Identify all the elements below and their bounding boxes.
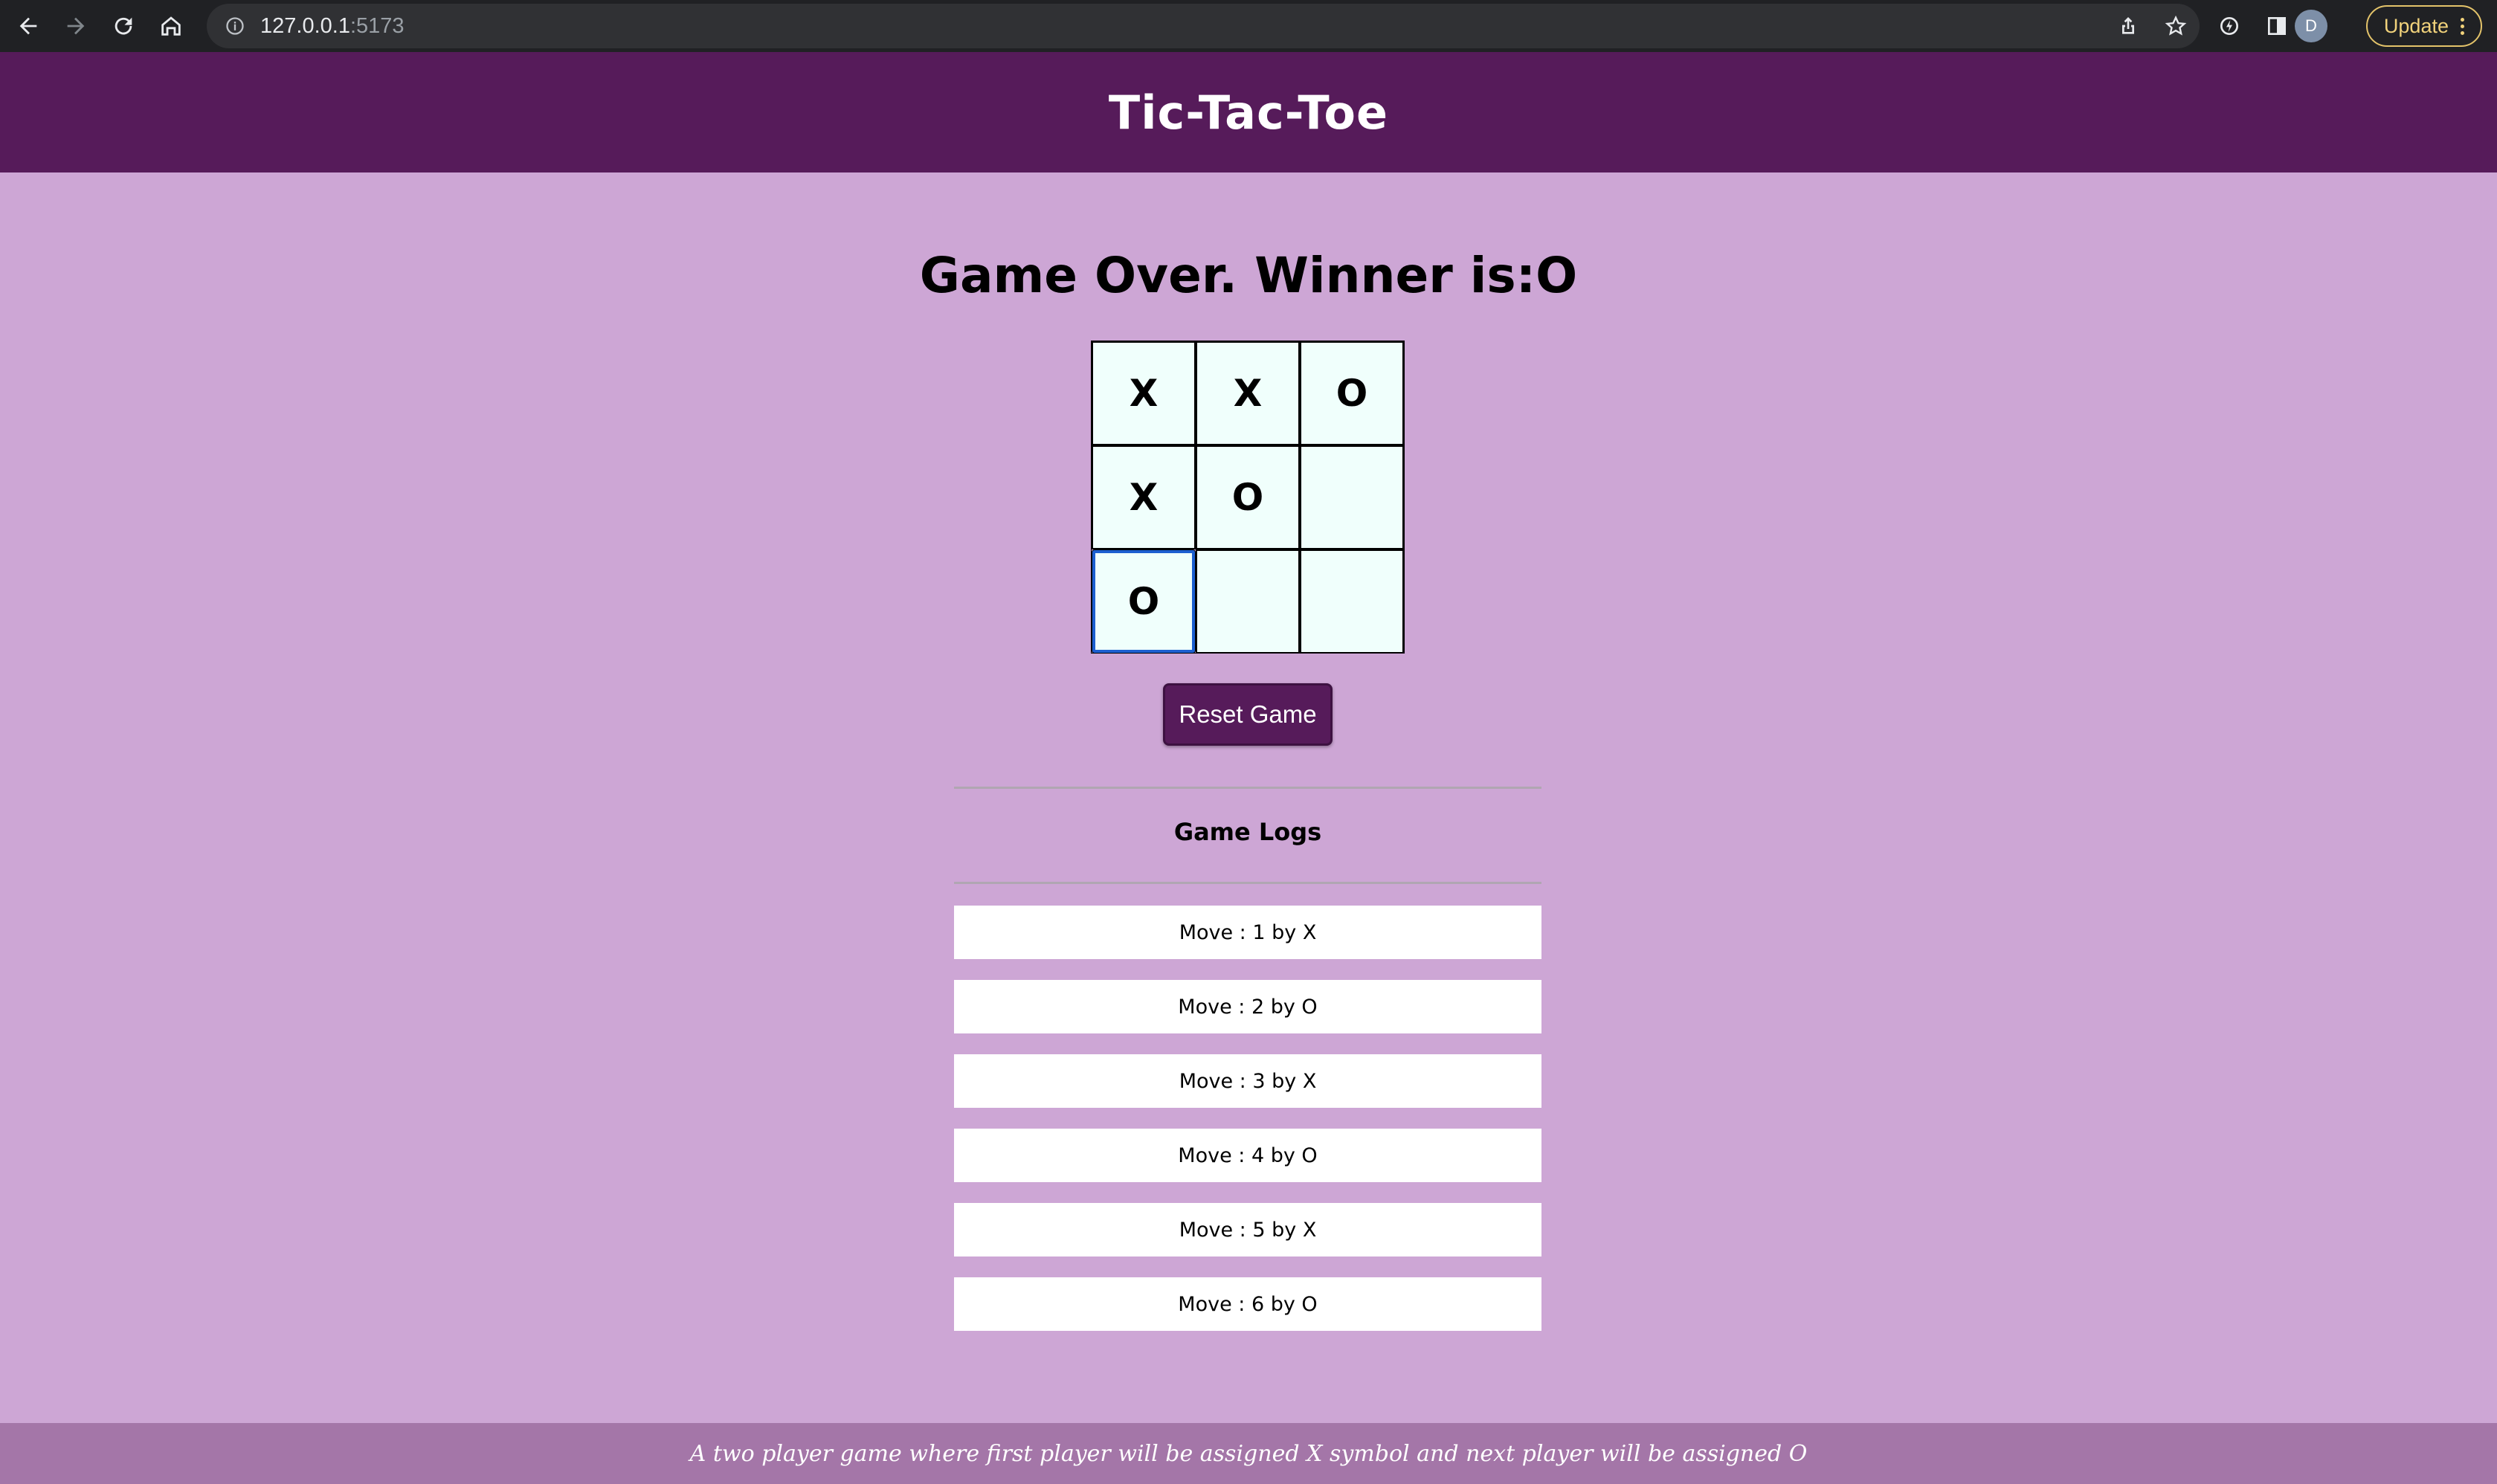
footer-text: A two player game where first player wil… xyxy=(689,1440,1808,1467)
reload-button[interactable] xyxy=(104,7,143,45)
extension-icon xyxy=(2220,17,2238,35)
url-text: 127.0.0.1:5173 xyxy=(260,14,405,39)
board-cell[interactable] xyxy=(1300,445,1404,549)
forward-arrow-icon xyxy=(67,17,85,35)
back-arrow-icon xyxy=(19,17,37,35)
home-button[interactable] xyxy=(152,7,190,45)
log-item: Move : 2 by O xyxy=(954,980,1541,1033)
log-item: Move : 1 by X xyxy=(954,906,1541,959)
logs-divider-top xyxy=(954,787,1541,789)
share-icon xyxy=(2122,17,2134,34)
log-item: Move : 4 by O xyxy=(954,1129,1541,1182)
game-logs-title: Game Logs xyxy=(1173,818,1322,846)
reload-icon xyxy=(115,17,132,35)
url-port: :5173 xyxy=(349,13,405,38)
star-icon xyxy=(2165,15,2187,36)
kebab-menu-icon xyxy=(2461,17,2464,35)
board-cell[interactable]: X xyxy=(1196,341,1300,445)
board-cell[interactable]: O xyxy=(1092,549,1196,654)
back-button[interactable] xyxy=(9,7,48,45)
sidebar-icon xyxy=(2268,17,2286,35)
update-button[interactable]: Update xyxy=(2365,5,2482,47)
board-cell[interactable]: O xyxy=(1196,445,1300,549)
profile-avatar[interactable]: D xyxy=(2295,10,2327,42)
app-header: Tic-Tac-Toe xyxy=(0,52,2497,172)
forward-button[interactable] xyxy=(57,7,95,45)
board-cell[interactable] xyxy=(1300,549,1404,654)
home-icon xyxy=(161,16,181,36)
game-status: Game Over. Winner is:O xyxy=(919,247,1578,304)
board-cell[interactable] xyxy=(1196,549,1300,654)
extensions-button[interactable] xyxy=(2213,10,2246,42)
side-panel-button[interactable] xyxy=(2261,10,2293,42)
logs-divider-bottom xyxy=(954,882,1541,884)
browser-toolbar: 127.0.0.1:5173 D Update xyxy=(0,0,2497,52)
log-item: Move : 5 by X xyxy=(954,1203,1541,1256)
board-cell[interactable]: O xyxy=(1300,341,1404,445)
share-button[interactable] xyxy=(2112,10,2145,42)
footer: A two player game where first player wil… xyxy=(0,1423,2497,1484)
game-log-list: Move : 1 by X Move : 2 by O Move : 3 by … xyxy=(954,906,1541,1352)
bookmark-button[interactable] xyxy=(2159,10,2192,42)
update-label: Update xyxy=(2383,14,2449,37)
reset-game-button[interactable]: Reset Game xyxy=(1163,683,1333,746)
address-bar[interactable]: 127.0.0.1:5173 xyxy=(207,4,2200,48)
log-item: Move : 3 by X xyxy=(954,1054,1541,1108)
board-cell[interactable]: X xyxy=(1092,445,1196,549)
app-title: Tic-Tac-Toe xyxy=(1108,85,1389,140)
log-item: Move : 6 by O xyxy=(954,1277,1541,1331)
game-board: X X O X O O xyxy=(1091,341,1405,654)
url-host: 127.0.0.1 xyxy=(260,13,350,38)
board-cell[interactable]: X xyxy=(1092,341,1196,445)
info-icon xyxy=(226,17,244,35)
